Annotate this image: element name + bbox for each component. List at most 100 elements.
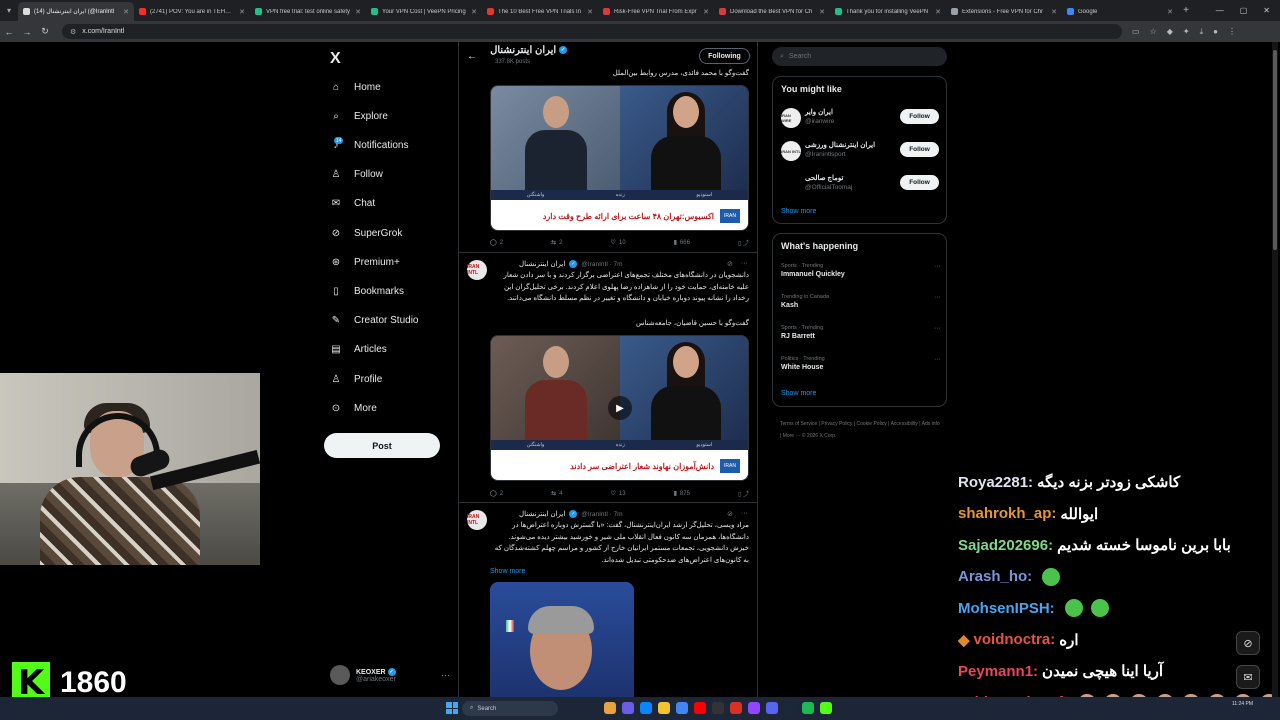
nav-item-chat[interactable]: ✉ Chat bbox=[329, 192, 375, 216]
scrollbar-thumb[interactable] bbox=[1273, 50, 1277, 250]
minimize-icon[interactable]: — bbox=[1216, 6, 1224, 15]
browser-tab[interactable]: Extensions - Free VPN for Chr ✕ bbox=[946, 2, 1062, 21]
trend-item[interactable]: Sports · Trending RJ Barrett ··· bbox=[781, 325, 941, 340]
extensions-puzzle-icon[interactable]: ✦ bbox=[1183, 27, 1190, 37]
trend-more-icon[interactable]: ··· bbox=[934, 294, 941, 301]
account-switcher[interactable]: KEOXER ✓ @ariakeoxer ··· bbox=[330, 662, 450, 688]
tab-close-icon[interactable]: ✕ bbox=[703, 8, 709, 16]
nav-item-bookmarks[interactable]: ▯ Bookmarks bbox=[329, 279, 404, 303]
browser-tab[interactable]: (2741) POV: You are in TEHRAN ✕ bbox=[134, 2, 250, 21]
browser-tab[interactable]: Your VPN Cost | VeePN Pricing ✕ bbox=[366, 2, 482, 21]
forward-icon[interactable]: → bbox=[18, 27, 36, 37]
nav-item-explore[interactable]: ⌕ Explore bbox=[329, 104, 388, 128]
app-icon[interactable] bbox=[622, 702, 634, 714]
browser-tab[interactable]: Google ✕ bbox=[1062, 2, 1178, 21]
close-window-icon[interactable]: ✕ bbox=[1263, 6, 1270, 15]
repost-button[interactable]: ⇆ 4 bbox=[551, 489, 562, 498]
tab-close-icon[interactable]: ✕ bbox=[123, 8, 129, 16]
x-logo[interactable]: X bbox=[330, 50, 341, 68]
bookmark-star-icon[interactable]: ☆ bbox=[1150, 27, 1157, 37]
trend-item[interactable]: Sports · Trending Immanuel Quickley ··· bbox=[781, 263, 941, 278]
repost-button[interactable]: ⇆ 2 bbox=[551, 238, 562, 247]
nav-item-premium-[interactable]: ⊛ Premium+ bbox=[329, 250, 400, 274]
tab-close-icon[interactable]: ✕ bbox=[819, 8, 825, 16]
nav-item-more[interactable]: ⊙ More bbox=[329, 396, 377, 420]
app-icon-2[interactable] bbox=[712, 702, 724, 714]
suggestion-item[interactable]: توماج صالحی @OfficialToomaj Follow bbox=[781, 172, 941, 196]
maximize-icon[interactable]: ▢ bbox=[1240, 6, 1248, 15]
trend-item[interactable]: Politics · Trending White House ··· bbox=[781, 356, 941, 371]
tweet-avatar[interactable]: IRAN INTL bbox=[467, 260, 487, 280]
spotify-icon[interactable] bbox=[802, 702, 814, 714]
twitch-icon[interactable] bbox=[748, 702, 760, 714]
suggestion-avatar[interactable]: IRAN INTL bbox=[781, 141, 801, 161]
suggestion-item[interactable]: IRAN WIRE ایران وایر @iranwire Follow bbox=[781, 106, 941, 130]
like-button[interactable]: ♡ 10 bbox=[611, 238, 626, 247]
tweet-more-icon[interactable]: ··· bbox=[741, 510, 748, 518]
views-button[interactable]: ▮ 875 bbox=[674, 489, 690, 498]
nav-item-profile[interactable]: ♙ Profile bbox=[329, 367, 383, 391]
browser-tab[interactable]: (14) ایران اینترنشنال (@IranIntl ✕ bbox=[18, 2, 134, 21]
browser-tab[interactable]: Risk-Free VPN Trial From Expr ✕ bbox=[598, 2, 714, 21]
tab-search-icon[interactable]: ▾ bbox=[0, 0, 18, 21]
tab-close-icon[interactable]: ✕ bbox=[471, 8, 477, 16]
bookmark-button[interactable]: ▯ ⤴ bbox=[738, 238, 749, 247]
suggestion-avatar[interactable] bbox=[781, 174, 801, 194]
steam-icon[interactable] bbox=[784, 702, 796, 714]
kick-app-icon[interactable] bbox=[820, 702, 832, 714]
nav-item-creator-studio[interactable]: ✎ Creator Studio bbox=[329, 309, 419, 333]
trend-more-icon[interactable]: ··· bbox=[934, 325, 941, 332]
nav-item-supergrok[interactable]: ⊘ SuperGrok bbox=[329, 221, 403, 245]
browser-tab[interactable]: VPN free trial: test online safety ✕ bbox=[250, 2, 366, 21]
tab-close-icon[interactable]: ✕ bbox=[355, 8, 361, 16]
tweet-video[interactable]: واشنگتن زنده استودیو اکسیوس:تهران ۴۸ ساع… bbox=[490, 85, 749, 231]
back-arrow-icon[interactable]: ← bbox=[467, 51, 477, 62]
file-explorer-icon[interactable] bbox=[658, 702, 670, 714]
footer-links[interactable]: Terms of Service | Privacy Policy | Cook… bbox=[780, 418, 940, 442]
tweet-avatar[interactable]: IRAN INTL bbox=[467, 510, 487, 530]
account-more-icon[interactable]: ··· bbox=[441, 670, 450, 680]
browser-tab[interactable]: Thank you for installing VeePN ✕ bbox=[830, 2, 946, 21]
grok-icon[interactable]: ⊘ bbox=[727, 260, 733, 268]
browser-tab[interactable]: Download the Best VPN for Ch ✕ bbox=[714, 2, 830, 21]
youtube-icon[interactable] bbox=[694, 702, 706, 714]
nav-item-home[interactable]: ⌂ Home bbox=[329, 75, 381, 99]
suggestion-avatar[interactable]: IRAN WIRE bbox=[781, 108, 801, 128]
browser-tab[interactable]: The 10 Best Free VPN Trials In ✕ bbox=[482, 2, 598, 21]
follow-button[interactable]: Follow bbox=[900, 142, 939, 157]
extension-icon[interactable]: ◆ bbox=[1167, 27, 1173, 37]
app-icon-3[interactable] bbox=[730, 702, 742, 714]
tweet-video[interactable]: ▶ واشنگتن زنده استودیو دانش‌آموزان نهاون… bbox=[490, 335, 749, 481]
trend-more-icon[interactable]: ··· bbox=[934, 263, 941, 270]
author-handle[interactable]: @IranIntl · 7m bbox=[581, 261, 622, 268]
download-icon[interactable]: ⤓ bbox=[1200, 27, 1204, 37]
author-name[interactable]: ایران اینترنشنال bbox=[519, 260, 565, 268]
grok-icon[interactable]: ⊘ bbox=[727, 510, 733, 518]
post-button[interactable]: Post bbox=[324, 433, 440, 458]
tab-close-icon[interactable]: ✕ bbox=[935, 8, 941, 16]
author-handle[interactable]: @IranIntl · 7m bbox=[581, 511, 622, 518]
reply-button[interactable]: ◯ 2 bbox=[490, 489, 503, 498]
follow-button[interactable]: Follow bbox=[900, 109, 939, 124]
photos-app-icon[interactable] bbox=[604, 702, 616, 714]
chrome-icon[interactable] bbox=[676, 702, 688, 714]
author-name[interactable]: ایران اینترنشنال bbox=[519, 510, 565, 518]
url-field[interactable]: ⚙ x.com/IranIntl bbox=[62, 24, 1122, 39]
reload-icon[interactable]: ↻ bbox=[36, 26, 54, 37]
tab-close-icon[interactable]: ✕ bbox=[239, 8, 245, 16]
reply-button[interactable]: ◯ 2 bbox=[490, 238, 503, 247]
back-icon[interactable]: ← bbox=[0, 27, 18, 37]
page-scrollbar[interactable] bbox=[1272, 42, 1278, 697]
views-button[interactable]: ▮ 666 bbox=[674, 238, 690, 247]
tab-close-icon[interactable]: ✕ bbox=[1051, 8, 1057, 16]
nav-item-follow[interactable]: ♙ Follow bbox=[329, 163, 383, 187]
tab-close-icon[interactable]: ✕ bbox=[1167, 8, 1173, 16]
show-more-link[interactable]: Show more bbox=[781, 390, 816, 397]
new-tab-button[interactable]: + bbox=[1178, 5, 1194, 16]
edge-icon[interactable] bbox=[640, 702, 652, 714]
messages-icon[interactable]: ✉ bbox=[1236, 665, 1260, 689]
clock[interactable]: 11:24 PM bbox=[1232, 701, 1253, 708]
nav-item-articles[interactable]: ▤ Articles bbox=[329, 338, 387, 362]
following-button[interactable]: Following bbox=[699, 48, 750, 64]
like-button[interactable]: ♡ 13 bbox=[611, 489, 626, 498]
